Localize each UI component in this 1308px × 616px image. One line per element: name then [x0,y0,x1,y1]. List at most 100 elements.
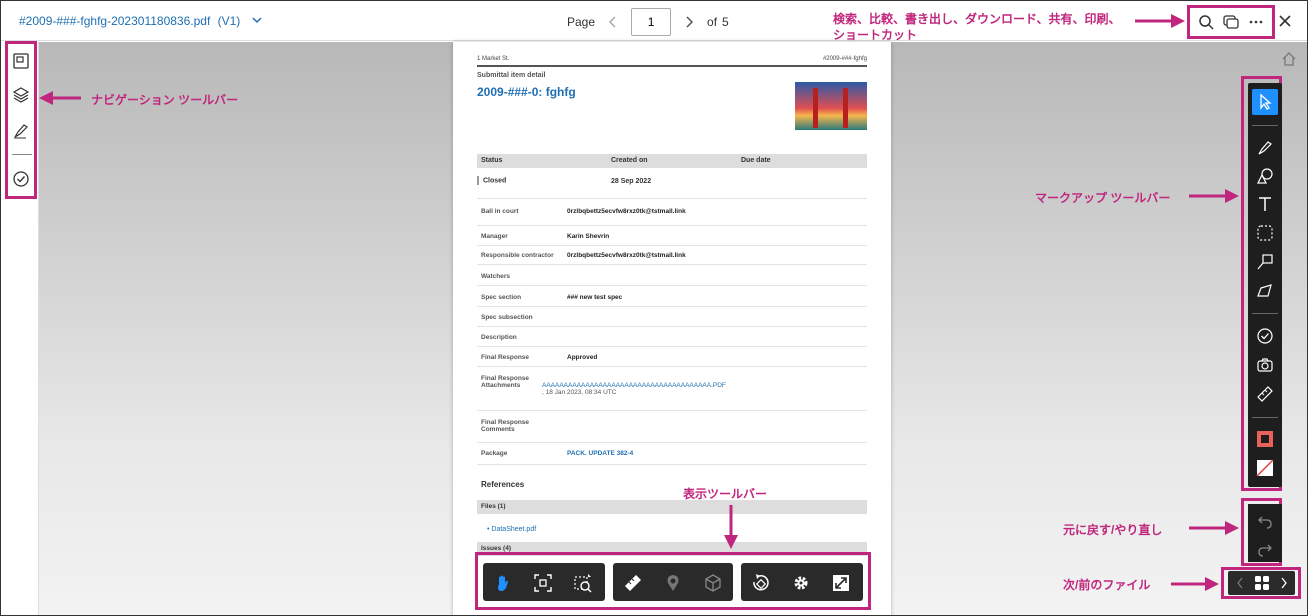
attachments-value: AAAAAAAAAAAAAAAAAAAAAAAAAAAAAAAAAAAAAAA.… [542,382,872,396]
arrow-right-icon [1135,14,1185,28]
chevron-left-icon[interactable] [605,14,621,30]
issues-check-icon[interactable] [12,170,30,188]
field-row: Description [481,334,517,341]
polyline-icon[interactable] [1256,281,1274,299]
document-page[interactable]: 1 Market St. #2009-###-fghfg Submittal i… [453,42,891,615]
references-title: References [481,480,525,489]
file-title[interactable]: #2009-###-fghfg-202301180836.pdf (V1) [19,14,240,28]
arrow-right-icon [1189,521,1239,535]
field-row: Responsible contractor 0rzlbqbettz5ecvfw8… [481,252,686,259]
of-label: of [707,15,718,29]
package-link[interactable]: PACK. UPDATE 382-4 [567,450,633,457]
actions-highlight-box [1187,5,1275,39]
3d-cube-icon[interactable] [703,573,723,593]
undo-redo-toolbar [1248,504,1282,562]
fit-view-icon[interactable] [533,573,553,593]
fullscreen-icon[interactable] [831,573,851,593]
annotation-view: 表示ツールバー [683,487,768,501]
select-arrow-icon[interactable] [1256,93,1274,111]
arrow-down-icon [724,505,738,549]
file-name: #2009-###-fghfg-202301180836.pdf [19,14,211,28]
created-value: 28 Sep 2022 [611,178,652,185]
view-toolbar-group-3 [741,563,863,601]
camera-icon[interactable] [1256,356,1274,374]
field-row: Watchers [481,273,511,280]
chevron-down-icon[interactable] [250,13,264,27]
page-number-input[interactable] [631,8,672,36]
arrow-right-icon [1171,577,1219,591]
status-value: Closed [477,176,506,185]
arrow-right-icon [1189,189,1239,203]
compare-icon[interactable] [1222,13,1240,31]
attachment-link[interactable]: AAAAAAAAAAAAAAAAAAAAAAAAAAAAAAAAAAAAAAA.… [542,382,726,389]
pan-hand-icon[interactable] [493,573,513,593]
ruler-icon[interactable] [1256,385,1274,403]
viewer-window: #2009-###-fghfg-202301180836.pdf (V1) Pa… [0,0,1308,616]
pager: Page of 5 [567,8,729,36]
file-version: (V1) [217,14,241,28]
rotate-view-icon[interactable] [751,573,771,593]
field-row: Spec subsection [481,314,533,321]
page-label: Page [567,15,596,29]
text-icon[interactable] [1256,195,1274,213]
annotation-nav: ナビゲーション ツールバー [91,93,239,107]
close-icon[interactable] [1277,13,1293,29]
fill-color-icon[interactable] [1256,459,1274,477]
pen-icon[interactable] [1256,139,1274,157]
file-grid-icon[interactable] [1254,575,1270,591]
created-header: Created on [611,157,648,164]
home-icon[interactable] [1281,51,1297,67]
annotation-top-right-2: ショートカット [833,28,918,42]
thumbnails-icon[interactable] [12,52,30,70]
status-header: Status [481,157,503,164]
attachment-date: , 18 Jan 2023, 08:34 UTC [542,389,617,396]
doc-header: 1 Market St. #2009-###-fghfg [477,56,867,67]
bridge-photo [795,82,867,130]
shapes-icon[interactable] [1256,167,1274,185]
field-row: Final Response Approved [481,354,598,361]
field-row: Ball in court 0rzlbqbettz5ecvfw8rxz0tk@ts… [481,208,686,215]
files-header: Files (1) [477,500,867,514]
field-row: Spec section ### new test spec [481,294,623,301]
measure-icon[interactable] [623,573,643,593]
package-row: Package PACK. UPDATE 382-4 [481,450,634,457]
comments-label: Final Response Comments [481,419,530,433]
due-header: Due date [741,157,771,164]
annotation-undo: 元に戻す/やり直し [1063,523,1163,537]
annotation-top-right: 検索、比較、書き出し、ダウンロード、共有、印刷、 [833,12,1121,26]
callout-icon[interactable] [1256,253,1274,271]
search-icon[interactable] [1197,13,1215,31]
annotation-markup: マークアップ ツールバー [1035,191,1171,205]
next-file-icon[interactable] [1280,577,1288,589]
total-pages: 5 [722,15,729,29]
markup-toolbar [1248,83,1282,487]
view-toolbar-group-1 [483,563,605,601]
doc-header-right: #2009-###-fghfg [822,56,867,62]
layers-icon[interactable] [12,86,30,104]
navigation-toolbar [5,41,37,199]
undo-icon[interactable] [1257,514,1273,530]
datasheet-link[interactable]: • DataSheet.pdf [487,526,536,533]
doc-title: 2009-###-0: fghfg [477,85,576,99]
stroke-color-icon[interactable] [1256,430,1274,448]
arrow-left-icon [39,91,81,105]
more-icon[interactable] [1247,13,1265,31]
annotation-file-nav: 次/前のファイル [1063,578,1151,592]
zoom-area-icon[interactable] [573,573,593,593]
file-navigation [1228,571,1295,595]
field-row: Manager Karin Shevrin [481,233,610,240]
redo-icon[interactable] [1257,542,1273,558]
status-table-header: Status Created on Due date [477,154,867,168]
check-circle-icon[interactable] [1256,327,1274,345]
chevron-right-icon[interactable] [681,14,697,30]
location-pin-icon[interactable] [663,573,683,593]
settings-gear-icon[interactable] [791,573,811,593]
view-toolbar-group-2 [613,563,733,601]
area-select-icon[interactable] [1256,224,1274,242]
prev-file-icon[interactable] [1236,577,1244,589]
nav-divider [12,154,32,155]
markup-list-icon[interactable] [12,122,30,140]
doc-header-left: 1 Market St. [477,56,510,62]
doc-subtitle: Submittal item detail [477,72,546,79]
attachments-label: Final Response Attachments [481,375,530,389]
